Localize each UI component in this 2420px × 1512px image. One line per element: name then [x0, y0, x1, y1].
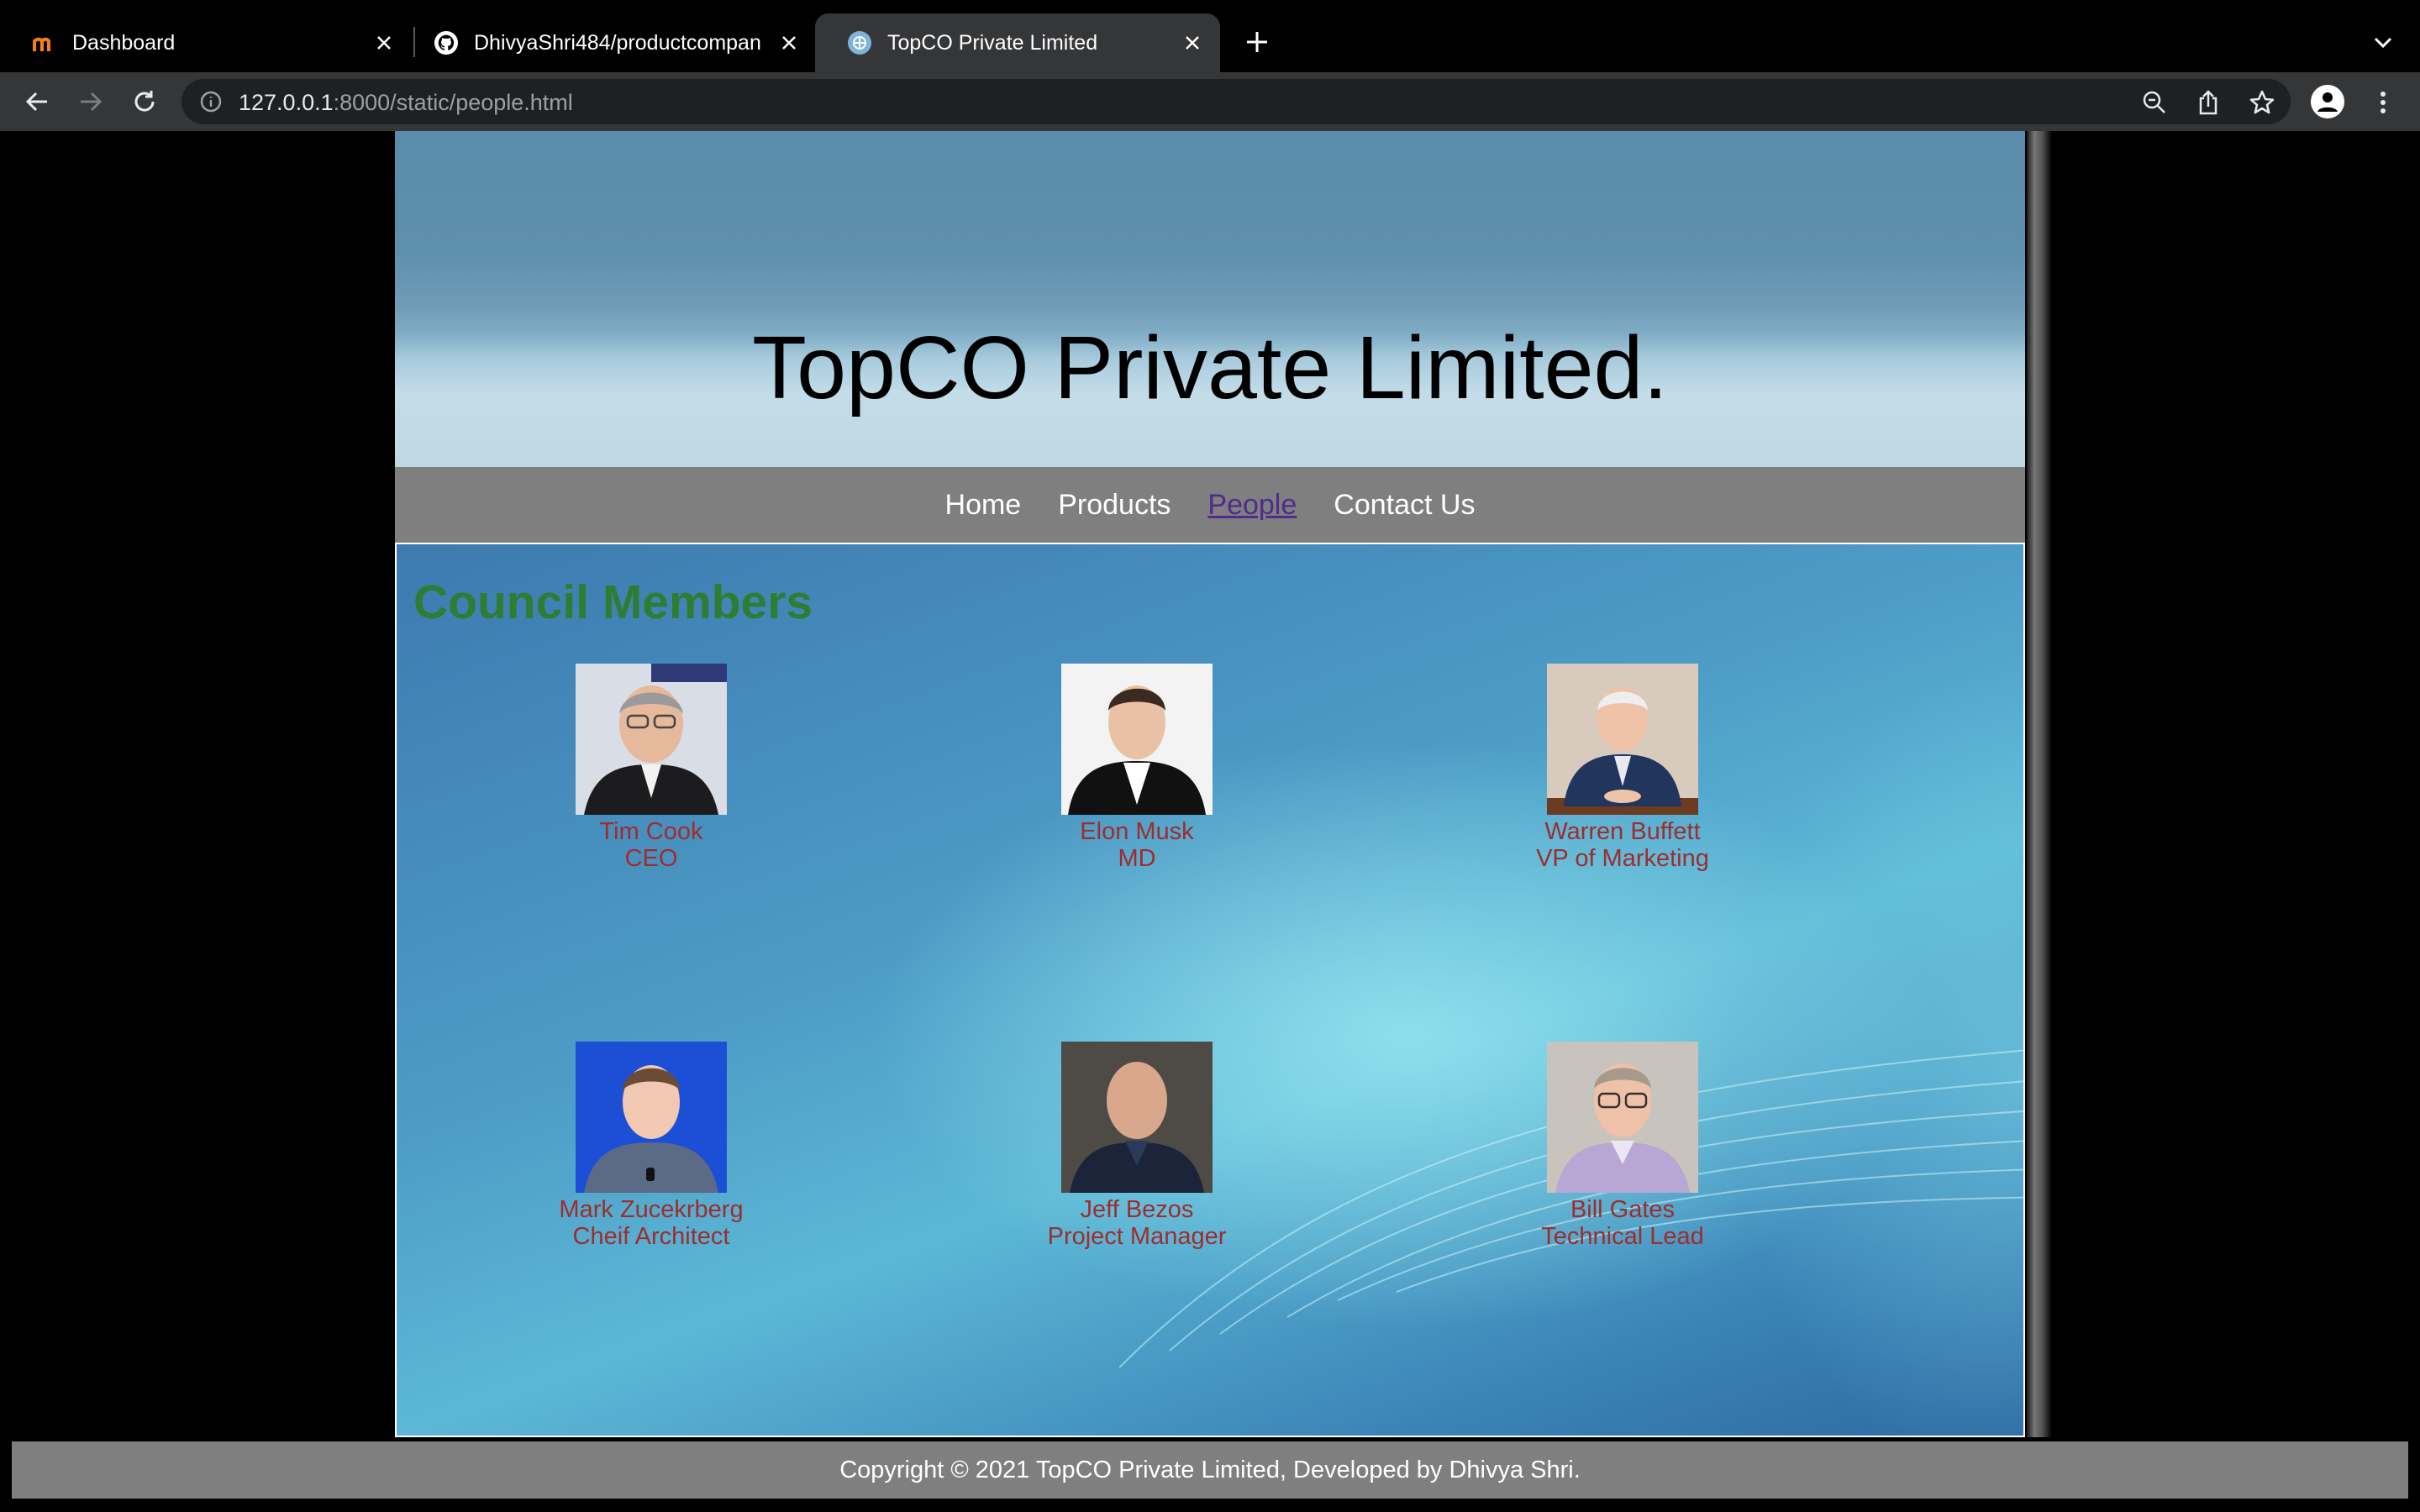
member-photo	[576, 1042, 727, 1193]
nav-contact-link[interactable]: Contact Us	[1334, 489, 1475, 522]
member-name: Mark Zucekrberg	[559, 1196, 744, 1223]
browser-menu-icon[interactable]	[2370, 89, 2396, 116]
tab-title: TopCO Private Limited	[887, 30, 1098, 55]
tab-dashboard[interactable]: Dashboard	[0, 13, 412, 72]
zoom-icon[interactable]	[2141, 89, 2168, 116]
close-icon[interactable]	[371, 30, 397, 55]
profile-avatar-icon[interactable]	[2311, 85, 2344, 118]
member-card: Elon Musk MD	[1002, 664, 1271, 872]
address-bar[interactable]: 127.0.0.1:8000/static/people.html	[182, 79, 2291, 124]
tab-github[interactable]: DhivyaShri484/productcompan	[402, 13, 817, 72]
site-info-icon[interactable]	[198, 89, 224, 114]
member-name: Elon Musk	[1080, 818, 1194, 845]
member-photo	[1061, 1042, 1213, 1193]
nav-products-link[interactable]: Products	[1058, 489, 1171, 522]
tab-title: Dashboard	[72, 30, 176, 55]
member-name: Warren Buffett	[1544, 818, 1701, 845]
member-card: Tim Cook CEO	[517, 664, 786, 872]
close-icon[interactable]	[1180, 30, 1205, 55]
site-footer: Copyright © 2021 TopCO Private Limited, …	[12, 1441, 2408, 1499]
member-role: MD	[1118, 845, 1156, 872]
member-name: Jeff Bezos	[1080, 1196, 1194, 1223]
people-content: Council Members Tim Cook CEO Elon Musk M…	[395, 543, 2025, 1437]
browser-tab-bar: Dashboard DhivyaShri484/productcompan To…	[0, 0, 2420, 72]
member-photo	[1547, 1042, 1698, 1193]
site-globe-icon	[847, 30, 872, 55]
nav-people-link[interactable]: People	[1207, 489, 1297, 522]
url-text: 127.0.0.1:8000/static/people.html	[239, 90, 573, 115]
tab-search-chevron-icon[interactable]	[2366, 25, 2400, 59]
bookmark-star-icon[interactable]	[2249, 89, 2275, 116]
tab-topco[interactable]: TopCO Private Limited	[815, 13, 1220, 72]
member-name: Tim Cook	[599, 818, 703, 845]
moodle-icon	[32, 30, 57, 55]
member-role: Cheif Architect	[572, 1223, 730, 1250]
page-edge-shadow	[2027, 131, 2052, 1437]
member-card: Mark Zucekrberg Cheif Architect	[517, 1042, 786, 1250]
tab-title: DhivyaShri484/productcompan	[474, 30, 761, 55]
member-role: CEO	[624, 845, 678, 872]
close-icon[interactable]	[776, 30, 802, 55]
member-role: VP of Marketing	[1536, 845, 1709, 872]
member-card: Bill Gates Technical Lead	[1488, 1042, 1757, 1250]
github-icon	[434, 30, 459, 55]
member-role: Technical Lead	[1541, 1223, 1704, 1250]
member-role: Project Manager	[1047, 1223, 1227, 1250]
nav-home-link[interactable]: Home	[945, 489, 1022, 522]
member-photo	[1547, 664, 1698, 815]
member-photo	[576, 664, 727, 815]
forward-button[interactable]	[74, 85, 108, 118]
site-nav: Home Products People Contact Us	[395, 467, 2025, 543]
new-tab-button[interactable]	[1240, 25, 1274, 59]
site-title: TopCO Private Limited.	[752, 318, 1668, 417]
share-icon[interactable]	[2195, 89, 2222, 116]
member-photo	[1061, 664, 1213, 815]
member-card: Jeff Bezos Project Manager	[1002, 1042, 1271, 1250]
section-heading: Council Members	[413, 575, 813, 629]
member-card: Warren Buffett VP of Marketing	[1488, 664, 1757, 872]
reload-button[interactable]	[128, 85, 161, 118]
member-name: Bill Gates	[1570, 1196, 1676, 1223]
site-banner: TopCO Private Limited.	[395, 131, 2025, 467]
web-page: TopCO Private Limited. Home Products Peo…	[0, 131, 2420, 1512]
back-button[interactable]	[20, 85, 54, 118]
